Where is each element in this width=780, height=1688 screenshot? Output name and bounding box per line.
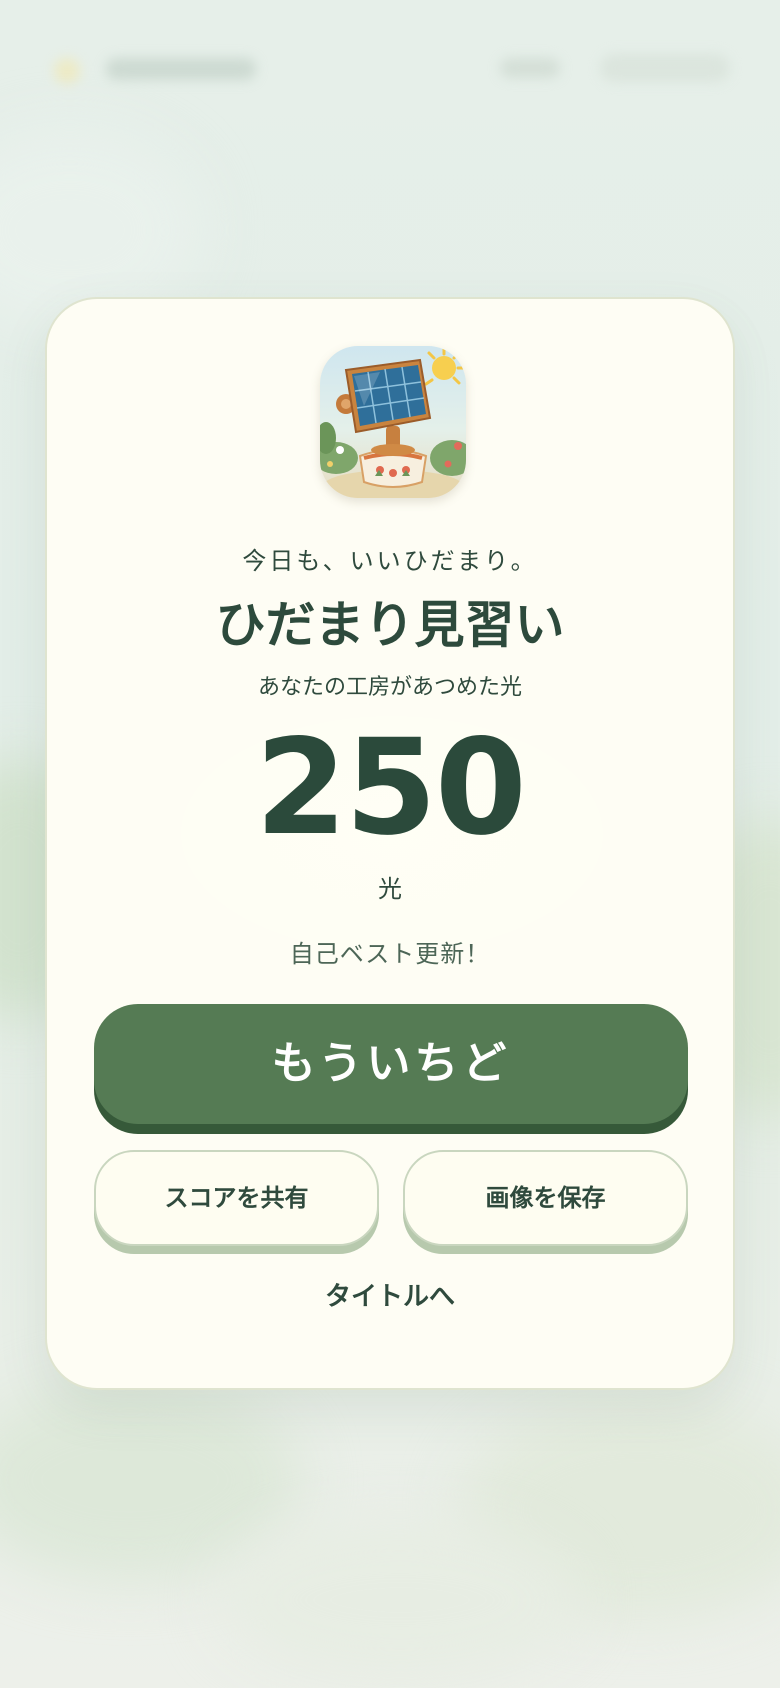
score-value: 250 bbox=[255, 711, 527, 865]
rank-title: ひだまり見習い bbox=[215, 596, 565, 654]
score-caption: あなたの工房があつめた光 bbox=[257, 675, 522, 700]
sun-icon bbox=[54, 58, 80, 84]
share-score-button[interactable]: スコアを共有 bbox=[94, 1150, 379, 1246]
solar-panel-icon bbox=[320, 346, 466, 498]
score-unit: 光 bbox=[378, 875, 402, 903]
save-image-button[interactable]: 画像を保存 bbox=[403, 1150, 688, 1246]
background-header bbox=[30, 36, 750, 100]
greeting-text: 今日も、いいひだまり。 bbox=[242, 547, 538, 575]
back-to-title-link[interactable]: タイトルへ bbox=[47, 1276, 733, 1313]
personal-best-message: 自己ベスト更新！ bbox=[289, 940, 491, 968]
retry-button[interactable]: もういちど bbox=[94, 1004, 688, 1124]
result-dialog: 今日も、いいひだまり。 ひだまり見習い あなたの工房があつめた光 250 光 自… bbox=[45, 297, 735, 1390]
